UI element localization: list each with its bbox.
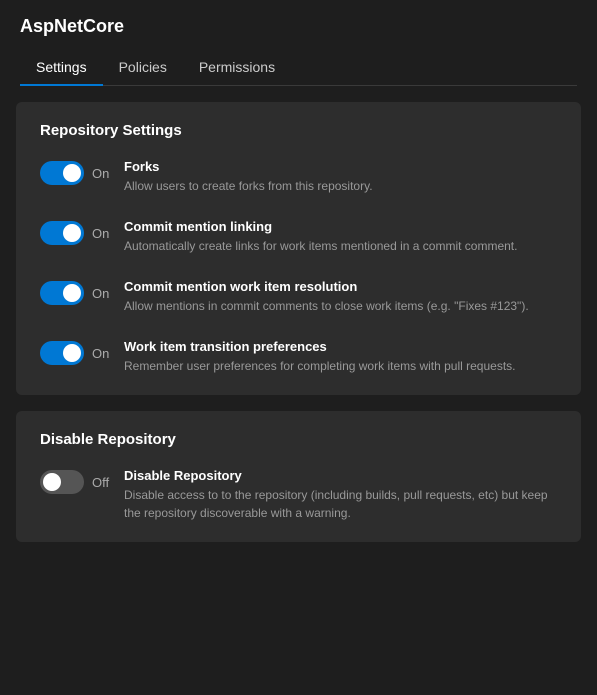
forks-desc: Allow users to create forks from this re… xyxy=(124,177,557,195)
list-item: On Forks Allow users to create forks fro… xyxy=(40,159,557,195)
commit-mention-resolution-toggle-group: On xyxy=(40,279,112,305)
list-item: On Commit mention linking Automatically … xyxy=(40,219,557,255)
commit-mention-linking-toggle-label: On xyxy=(92,226,112,241)
app-title: AspNetCore xyxy=(20,16,577,37)
commit-mention-linking-name: Commit mention linking xyxy=(124,219,557,234)
work-item-transition-desc: Remember user preferences for completing… xyxy=(124,357,557,375)
work-item-transition-toggle-thumb xyxy=(63,344,81,362)
work-item-transition-info: Work item transition preferences Remembe… xyxy=(124,339,557,375)
disable-repo-desc: Disable access to to the repository (inc… xyxy=(124,486,557,522)
forks-toggle-group: On xyxy=(40,159,112,185)
disable-repo-toggle[interactable] xyxy=(40,470,84,494)
commit-mention-linking-toggle-thumb xyxy=(63,224,81,242)
main-content: Repository Settings On Forks Allow users… xyxy=(0,86,597,558)
forks-toggle[interactable] xyxy=(40,161,84,185)
disable-repo-name: Disable Repository xyxy=(124,468,557,483)
forks-toggle-thumb xyxy=(63,164,81,182)
work-item-transition-toggle-group: On xyxy=(40,339,112,365)
commit-mention-linking-toggle[interactable] xyxy=(40,221,84,245)
repository-settings-title: Repository Settings xyxy=(40,122,557,139)
tab-permissions[interactable]: Permissions xyxy=(183,49,291,85)
tab-settings[interactable]: Settings xyxy=(20,49,103,85)
list-item: On Work item transition preferences Reme… xyxy=(40,339,557,375)
disable-repo-toggle-label: Off xyxy=(92,475,112,490)
commit-mention-resolution-toggle-label: On xyxy=(92,286,112,301)
forks-info: Forks Allow users to create forks from t… xyxy=(124,159,557,195)
list-item: On Commit mention work item resolution A… xyxy=(40,279,557,315)
commit-mention-resolution-toggle[interactable] xyxy=(40,281,84,305)
disable-repo-info: Disable Repository Disable access to to … xyxy=(124,468,557,522)
app-header: AspNetCore Settings Policies Permissions xyxy=(0,0,597,86)
commit-mention-linking-toggle-group: On xyxy=(40,219,112,245)
commit-mention-resolution-desc: Allow mentions in commit comments to clo… xyxy=(124,297,557,315)
commit-mention-resolution-info: Commit mention work item resolution Allo… xyxy=(124,279,557,315)
work-item-transition-name: Work item transition preferences xyxy=(124,339,557,354)
commit-mention-linking-info: Commit mention linking Automatically cre… xyxy=(124,219,557,255)
commit-mention-resolution-toggle-thumb xyxy=(63,284,81,302)
commit-mention-resolution-name: Commit mention work item resolution xyxy=(124,279,557,294)
forks-toggle-label: On xyxy=(92,166,112,181)
tab-policies[interactable]: Policies xyxy=(103,49,183,85)
disable-repo-toggle-group: Off xyxy=(40,468,112,494)
work-item-transition-toggle-label: On xyxy=(92,346,112,361)
work-item-transition-toggle[interactable] xyxy=(40,341,84,365)
repository-settings-section: Repository Settings On Forks Allow users… xyxy=(16,102,581,395)
disable-repo-toggle-thumb xyxy=(43,473,61,491)
disable-repository-title: Disable Repository xyxy=(40,431,557,448)
tabs-nav: Settings Policies Permissions xyxy=(20,49,577,86)
list-item: Off Disable Repository Disable access to… xyxy=(40,468,557,522)
forks-name: Forks xyxy=(124,159,557,174)
disable-repository-section: Disable Repository Off Disable Repositor… xyxy=(16,411,581,542)
commit-mention-linking-desc: Automatically create links for work item… xyxy=(124,237,557,255)
